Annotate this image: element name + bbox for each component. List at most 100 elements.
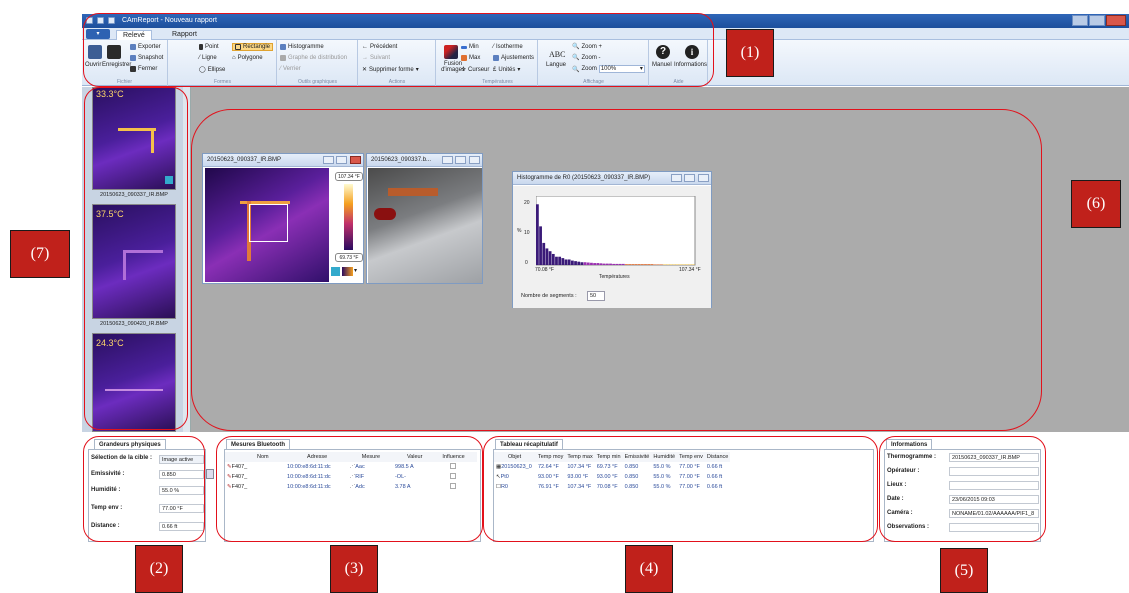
verrier-button[interactable]: ⁄ Verrier <box>280 66 301 72</box>
ellipse-tool[interactable]: ◯ Ellipse <box>199 66 225 74</box>
temp-env-field[interactable]: 77.00 °F <box>159 504 204 513</box>
palette-icon[interactable] <box>342 267 353 276</box>
curseur-button[interactable]: ✛ Curseur <box>461 66 489 74</box>
zoom-input[interactable]: 100% ▾ <box>598 65 645 73</box>
histogram-bar <box>663 264 666 265</box>
close-button[interactable] <box>350 156 361 164</box>
zoom-minus-button[interactable]: 🔍 Zoom - <box>572 54 601 62</box>
tab-bluetooth[interactable]: Mesures Bluetooth <box>226 439 291 449</box>
table-row[interactable]: ✎F407_ 10:00:e8:6d:11:dc ⋰Adc 3.78 A <box>225 482 477 492</box>
photo-window[interactable]: 20150623_090337.b... <box>366 153 483 284</box>
bluetooth-icon[interactable] <box>331 267 340 276</box>
influence-checkbox[interactable] <box>450 473 457 479</box>
tab-tableau[interactable]: Tableau récapitulatif <box>495 439 563 449</box>
close-button[interactable] <box>1106 15 1126 26</box>
humidite-label: Humidité : <box>91 487 121 493</box>
exporter-button[interactable]: Exporter <box>130 44 161 50</box>
influence-checkbox[interactable] <box>450 483 457 489</box>
zoom-plus-button[interactable]: 🔍 Zoom + <box>572 43 602 51</box>
segments-input[interactable]: 50 <box>587 291 605 301</box>
thumbnail-image[interactable]: 24.3°C <box>92 333 176 432</box>
suivant-button[interactable]: → Suivant <box>362 55 390 61</box>
app-menu-button[interactable]: ▾ <box>86 29 110 39</box>
ajustements-button[interactable]: Ajustements <box>493 55 534 61</box>
tab-releve[interactable]: Relevé <box>116 30 152 40</box>
tab-rapport[interactable]: Rapport <box>166 30 203 40</box>
restore-button[interactable] <box>698 174 709 182</box>
operateur-field[interactable] <box>949 467 1039 476</box>
fermer-button[interactable]: Fermer <box>130 66 157 72</box>
tab-grandeurs[interactable]: Grandeurs physiques <box>94 439 166 449</box>
histogram-bar <box>640 264 644 265</box>
max-button[interactable]: Max <box>461 55 480 61</box>
informations-panel: Informations Thermogramme : 20150623_090… <box>884 439 1041 542</box>
maximize-button[interactable] <box>455 156 466 164</box>
roi-rectangle[interactable] <box>249 204 288 242</box>
graphe-button[interactable]: Graphe de distribution <box>280 55 347 61</box>
ligne-tool[interactable]: ⁄ Ligne <box>199 55 217 61</box>
restore-button[interactable] <box>469 156 480 164</box>
emissivite-field[interactable]: 0.850 <box>159 470 204 479</box>
table-row[interactable]: ☐R0 76.91 °F 107.34 °F 70.08 °F 0.850 55.0 %… <box>494 482 730 492</box>
maximize-button[interactable] <box>1089 15 1105 26</box>
point-tool[interactable]: Point <box>199 44 219 50</box>
lieux-field[interactable] <box>949 481 1039 490</box>
distance-field[interactable]: 0.66 ft <box>159 522 204 531</box>
help-question-icon: ? <box>656 45 670 59</box>
minimize-button[interactable] <box>671 174 682 182</box>
thumbnail-image[interactable]: 33.3°C <box>92 87 176 190</box>
new-icon[interactable] <box>97 17 104 24</box>
chevron-down-icon[interactable]: ▾ <box>354 267 357 274</box>
histogramme-button[interactable]: Histogramme <box>280 44 324 50</box>
histogram-window[interactable]: Histogramme de R0 (20150623_090337_IR.BM… <box>512 171 712 308</box>
snapshot-button[interactable]: Snapshot <box>130 55 163 61</box>
histogram-bar <box>637 264 641 265</box>
rectangle-icon <box>235 44 241 50</box>
histogram-bar <box>660 264 663 265</box>
histogram-bar <box>675 264 679 265</box>
observations-field[interactable] <box>949 523 1039 532</box>
splitter[interactable] <box>183 87 191 432</box>
minimize-button[interactable] <box>442 156 453 164</box>
tab-informations[interactable]: Informations <box>886 439 933 449</box>
enregistrer-button[interactable]: Enregistrer <box>102 62 131 68</box>
influence-checkbox[interactable] <box>450 463 457 469</box>
x-min-label: 70.08 °F <box>535 267 554 273</box>
isotherme-button[interactable]: ⁄ Isotherme <box>493 44 523 50</box>
table-row[interactable]: ✎F407_ 10:00:e8:6d:11:dc ⋰Aac 998.5 A <box>225 462 477 472</box>
unites-button[interactable]: £ Unités ▾ <box>493 66 520 74</box>
histogram-bar <box>631 264 635 265</box>
thermal-image[interactable] <box>205 168 329 282</box>
table-row[interactable]: ▦20150623_0 72.64 °F 107.34 °F 69.73 °F 0.8… <box>494 462 730 472</box>
side-button[interactable] <box>206 469 214 479</box>
selection-dropdown[interactable]: Image active <box>159 455 204 464</box>
informations-button[interactable]: Informations <box>674 62 707 68</box>
polygone-tool[interactable]: ⌂ Polygone <box>232 55 263 61</box>
table-row[interactable]: ↖Pt0 93.00 °F 93.00 °F 93.00 °F 0.850 55.0 %… <box>494 472 730 482</box>
rectangle-tool[interactable]: Rectangle <box>232 43 274 51</box>
camera-field[interactable]: NONAME/01.02/AAAAAA/PIF1_8 <box>949 509 1039 518</box>
ouvrir-button[interactable]: Ouvrir <box>85 62 101 68</box>
thumbnail-image[interactable]: 37.5°C <box>92 204 176 319</box>
humidite-field[interactable]: 55.0 % <box>159 486 204 495</box>
supprimer-forme-button[interactable]: ✕ Supprimer forme ▾ <box>362 66 419 74</box>
visible-photo[interactable] <box>368 168 482 283</box>
precedent-button[interactable]: ← Précédent <box>362 44 397 50</box>
observations-label: Observations : <box>887 524 930 530</box>
callout-2: (2) <box>135 545 183 593</box>
minimize-button[interactable] <box>1072 15 1088 26</box>
save-icon[interactable] <box>108 17 115 24</box>
ir-image-window[interactable]: 20150623_090337_IR.BMP 107.34 °F 69.73 °… <box>202 153 364 284</box>
thermogramme-field[interactable]: 20150623_090337_IR.BMP <box>949 453 1039 462</box>
manuel-button[interactable]: Manuel <box>652 62 672 68</box>
maximize-button[interactable] <box>684 174 695 182</box>
histogram-bar <box>536 204 539 265</box>
group-fichier: Ouvrir Enregistrer Exporter Snapshot Fer… <box>82 40 168 86</box>
table-row[interactable]: ✎F407_ 10:00:e8:6d:11:dc ⋰RIF -OL- <box>225 472 477 482</box>
date-field[interactable]: 23/06/2015 09:03 <box>949 495 1039 504</box>
maximize-button[interactable] <box>336 156 347 164</box>
langue-button[interactable]: Langue <box>546 62 566 68</box>
minimize-button[interactable] <box>323 156 334 164</box>
min-temp-label: 69.73 °F <box>335 253 363 262</box>
min-button[interactable]: Min <box>461 44 479 50</box>
